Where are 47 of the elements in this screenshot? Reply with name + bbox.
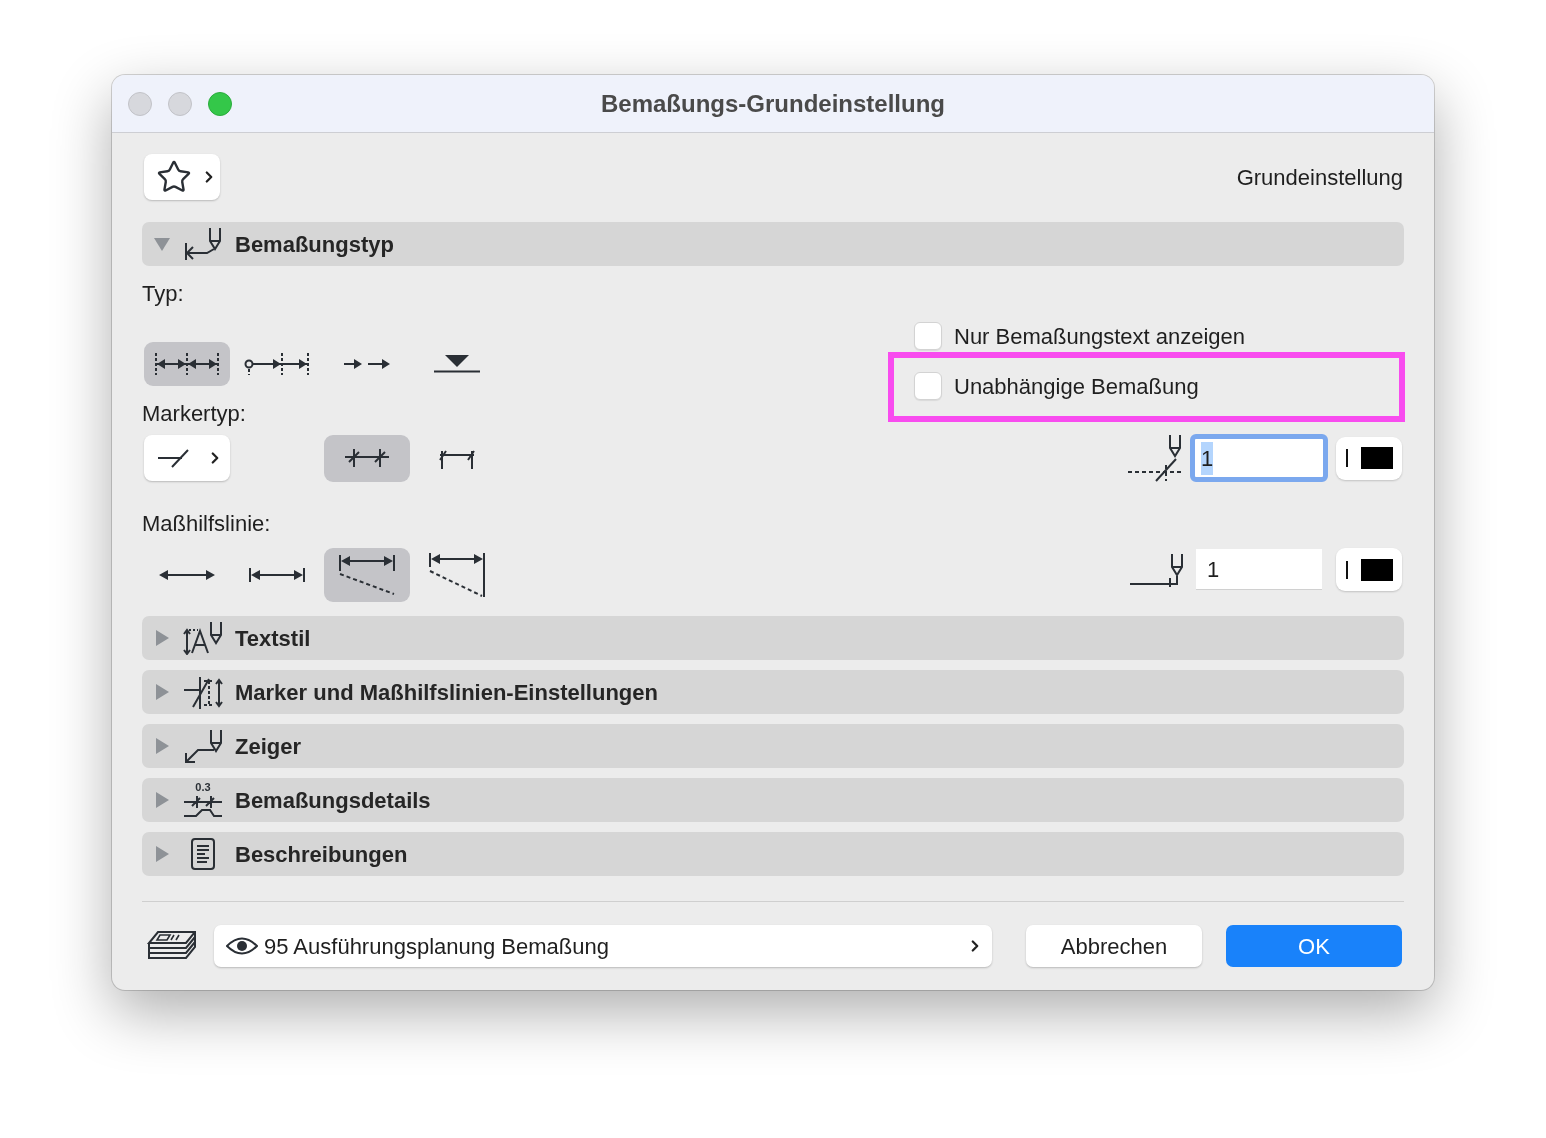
color-swatch-icon bbox=[1345, 446, 1393, 470]
star-icon bbox=[156, 159, 192, 195]
checkbox-label: Nur Bemaßungstext anzeigen bbox=[954, 322, 1246, 351]
section-header[interactable]: 0.3 Bemaßungsdetails bbox=[142, 778, 1404, 822]
field-label: Typ: bbox=[142, 281, 185, 307]
layer-dropdown[interactable]: 95 Ausführungsplanung Bemaßung bbox=[214, 925, 992, 967]
section-header[interactable]: Marker und Maßhilfslinien-Einstellungen bbox=[142, 670, 1404, 714]
marker-dropdown[interactable] bbox=[144, 435, 230, 481]
pen-color-button[interactable] bbox=[1336, 436, 1402, 480]
text-height-pen-icon bbox=[183, 621, 223, 655]
checkbox[interactable] bbox=[914, 372, 942, 400]
checkbox[interactable] bbox=[914, 322, 942, 350]
marker-witness-icon bbox=[183, 675, 223, 709]
bounded-arrow-icon bbox=[249, 567, 305, 583]
chain-dimension-icon bbox=[154, 352, 220, 376]
favorites-button[interactable] bbox=[144, 154, 220, 200]
witness-line-dimension-icon bbox=[429, 553, 485, 597]
triangle-on-line-icon bbox=[434, 355, 480, 373]
preset-name: Grundeinstellung bbox=[1236, 163, 1404, 192]
icon-option-tile[interactable] bbox=[144, 342, 230, 386]
pen-line-icon bbox=[1130, 552, 1186, 587]
ok-button[interactable]: OK bbox=[1226, 925, 1402, 967]
eye-icon bbox=[226, 936, 258, 956]
pen-number-field[interactable]: 1 bbox=[1190, 434, 1328, 482]
section-header[interactable]: Textstil bbox=[142, 616, 1404, 660]
circle-arrow-dimension-icon bbox=[244, 352, 310, 376]
section-header[interactable]: Beschreibungen bbox=[142, 832, 1404, 876]
window-title: Bemaßungs-Grundeinstellung bbox=[601, 88, 945, 119]
section-header[interactable]: Bemaßungstyp bbox=[142, 222, 1404, 266]
section-header[interactable]: Zeiger bbox=[142, 724, 1404, 768]
checkbox-label: Unabhängige Bemaßung bbox=[954, 372, 1199, 401]
pen-color-button[interactable] bbox=[1336, 548, 1402, 591]
slash-marker-icon bbox=[158, 448, 190, 468]
dimension-pen-icon bbox=[183, 227, 223, 261]
dashed-witness-dimension-icon bbox=[339, 555, 395, 595]
pen-number-field[interactable]: 1 bbox=[1196, 549, 1322, 590]
tick-marker-dimension-icon bbox=[345, 447, 389, 469]
cancel-button[interactable]: Abbrechen bbox=[1026, 925, 1202, 967]
field-label: Markertyp: bbox=[142, 401, 247, 427]
icon-option-tile[interactable] bbox=[324, 434, 410, 482]
double-arrow-icon bbox=[159, 569, 215, 581]
layers-icon bbox=[146, 930, 196, 962]
icon-option-tile[interactable] bbox=[324, 548, 410, 602]
arrows-icon bbox=[344, 358, 390, 370]
pointer-pen-icon bbox=[183, 729, 223, 763]
field-label: Maßhilfslinie: bbox=[142, 511, 272, 537]
color-swatch-icon bbox=[1345, 557, 1393, 582]
